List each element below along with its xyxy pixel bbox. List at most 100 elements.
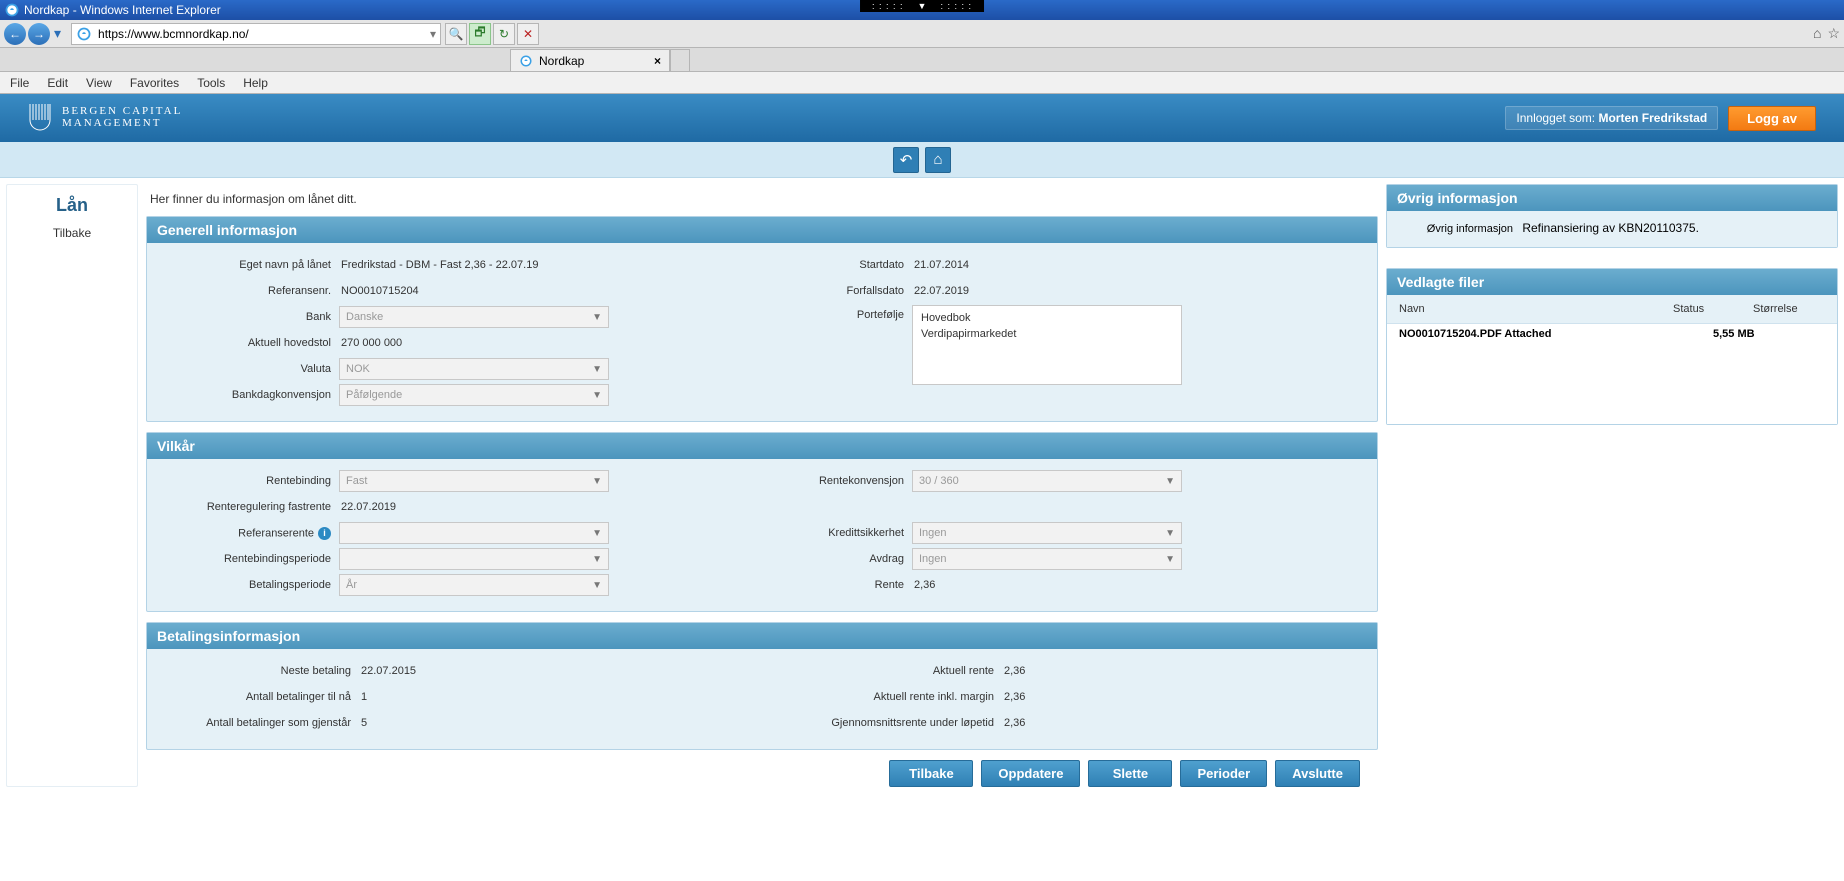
tilbake-button[interactable]: Tilbake	[889, 760, 973, 787]
chevron-down-icon: ▼	[1165, 528, 1175, 539]
portefolje-item[interactable]: Verdipapirmarkedet	[921, 328, 1173, 340]
panel-files-header: Vedlagte filer	[1387, 269, 1837, 295]
address-dropdown-icon[interactable]: ▾	[426, 27, 440, 41]
menu-help[interactable]: Help	[243, 76, 268, 90]
value-other-info: Refinansiering av KBN20110375.	[1522, 221, 1699, 235]
select-kredittsikkerhet[interactable]: Ingen▼	[912, 522, 1182, 544]
favorites-icon[interactable]: ☆	[1827, 25, 1840, 42]
chevron-down-icon: ▼	[592, 312, 602, 323]
menu-favorites[interactable]: Favorites	[130, 76, 179, 90]
value-gjsnitt-rente: 2,36	[1002, 717, 1025, 729]
window-title-text: Nordkap - Windows Internet Explorer	[24, 3, 221, 17]
logout-button[interactable]: Logg av	[1728, 106, 1816, 131]
new-tab-button[interactable]	[670, 49, 690, 71]
address-bar[interactable]: ▾	[71, 23, 441, 45]
menu-view[interactable]: View	[86, 76, 112, 90]
menu-edit[interactable]: Edit	[47, 76, 68, 90]
logo-icon	[28, 104, 52, 132]
select-bankdagkonv[interactable]: Påfølgende▼	[339, 384, 609, 406]
files-col-status: Status	[1669, 301, 1749, 317]
select-rentebinding[interactable]: Fast▼	[339, 470, 609, 492]
oppdatere-button[interactable]: Oppdatere	[981, 760, 1080, 787]
select-rentekonvensjon[interactable]: 30 / 360▼	[912, 470, 1182, 492]
panel-terms-header: Vilkår	[147, 433, 1377, 459]
toolbar-back-button[interactable]: ↶	[893, 147, 919, 173]
avslutte-button[interactable]: Avslutte	[1275, 760, 1360, 787]
action-bar: Tilbake Oppdatere Slette Perioder Avslut…	[146, 760, 1378, 787]
label-kredittsikkerhet: Kredittsikkerhet	[782, 527, 912, 539]
chevron-down-icon: ▼	[592, 580, 602, 591]
label-aktuell-rente-margin: Aktuell rente inkl. margin	[782, 691, 1002, 703]
menu-tools[interactable]: Tools	[197, 76, 225, 90]
perioder-button[interactable]: Perioder	[1180, 760, 1267, 787]
left-nav: Lån Tilbake	[6, 184, 138, 787]
label-antall-gjenstar: Antall betalinger som gjenstår	[159, 717, 359, 729]
panel-other-info: Øvrig informasjon Øvrig informasjon Refi…	[1386, 184, 1838, 248]
menu-file[interactable]: File	[10, 76, 29, 90]
refresh-button[interactable]: ↻	[493, 23, 515, 45]
chevron-down-icon: ▼	[592, 390, 602, 401]
select-betalingsperiode[interactable]: År▼	[339, 574, 609, 596]
stop-button[interactable]: ✕	[517, 23, 539, 45]
toolbar-home-button[interactable]: ⌂	[925, 147, 951, 173]
panel-payment-header: Betalingsinformasjon	[147, 623, 1377, 649]
select-avdrag[interactable]: Ingen▼	[912, 548, 1182, 570]
nav-dropdown[interactable]: ▾	[54, 25, 61, 42]
label-betalingsperiode: Betalingsperiode	[159, 579, 339, 591]
brand-logo: BERGEN CAPITAL MANAGEMENT	[28, 104, 182, 132]
browser-tab[interactable]: Nordkap ×	[510, 49, 670, 71]
address-input[interactable]	[96, 24, 426, 44]
tab-favicon-icon	[519, 54, 533, 68]
chevron-down-icon: ▼	[1165, 554, 1175, 565]
panel-other-info-header: Øvrig informasjon	[1387, 185, 1837, 211]
ie-icon	[4, 2, 20, 18]
portefolje-listbox[interactable]: Hovedbok Verdipapirmarkedet	[912, 305, 1182, 385]
label-valuta: Valuta	[159, 363, 339, 375]
label-bank: Bank	[159, 311, 339, 323]
nav-back-link[interactable]: Tilbake	[7, 220, 137, 246]
home-icon[interactable]: ⌂	[1813, 25, 1821, 42]
select-rentebindingsperiode[interactable]: ▼	[339, 548, 609, 570]
chevron-down-icon: ▼	[1165, 476, 1175, 487]
value-hovedstol: 270 000 000	[339, 337, 402, 349]
info-icon[interactable]: i	[318, 527, 331, 540]
value-renteregulering: 22.07.2019	[339, 501, 396, 513]
label-rentebindingsperiode: Rentebindingsperiode	[159, 553, 339, 565]
value-antall-gjenstar: 5	[359, 717, 367, 729]
files-col-size: Størrelse	[1749, 301, 1829, 317]
select-bank[interactable]: Danske▼	[339, 306, 609, 328]
nav-back-button[interactable]: ←	[4, 23, 26, 45]
label-other-info: Øvrig informasjon	[1399, 223, 1519, 235]
label-neste-betaling: Neste betaling	[159, 665, 359, 677]
label-antall-til-na: Antall betalinger til nå	[159, 691, 359, 703]
page-intro: Her finner du informasjon om lånet ditt.	[146, 184, 1378, 216]
label-referansenr: Referansenr.	[159, 285, 339, 297]
label-hovedstol: Aktuell hovedstol	[159, 337, 339, 349]
compat-button[interactable]: 🗗	[469, 23, 491, 45]
file-name: NO0010715204.PDF	[1399, 328, 1502, 340]
slette-button[interactable]: Slette	[1088, 760, 1172, 787]
select-referanserente[interactable]: ▼	[339, 522, 609, 544]
label-aktuell-rente: Aktuell rente	[782, 665, 1002, 677]
panel-terms: Vilkår Rentebinding Fast▼ Renteregulerin…	[146, 432, 1378, 612]
label-rentebinding: Rentebinding	[159, 475, 339, 487]
label-avdrag: Avdrag	[782, 553, 912, 565]
files-col-name: Navn	[1395, 301, 1595, 317]
other-info-row: Øvrig informasjon Refinansiering av KBN2…	[1399, 221, 1825, 235]
ie-favicon-icon	[76, 26, 92, 42]
select-valuta[interactable]: NOK▼	[339, 358, 609, 380]
value-eget-navn: Fredrikstad - DBM - Fast 2,36 - 22.07.19	[339, 259, 538, 271]
value-antall-til-na: 1	[359, 691, 367, 703]
tab-close-button[interactable]: ×	[654, 54, 661, 68]
file-size: 5,55 MB	[1709, 326, 1829, 342]
value-rente: 2,36	[912, 579, 935, 591]
files-row[interactable]: NO0010715204.PDF Attached 5,55 MB	[1395, 326, 1829, 342]
value-startdato: 21.07.2014	[912, 259, 969, 271]
top-ruler: : : : : :▼: : : : :	[860, 0, 984, 12]
file-status: Attached	[1504, 328, 1551, 340]
nav-forward-button[interactable]: →	[28, 23, 50, 45]
panel-general: Generell informasjon Eget navn på lånetF…	[146, 216, 1378, 422]
portefolje-item[interactable]: Hovedbok	[921, 312, 1173, 324]
search-button[interactable]: 🔍	[445, 23, 467, 45]
label-forfallsdato: Forfallsdato	[782, 285, 912, 297]
